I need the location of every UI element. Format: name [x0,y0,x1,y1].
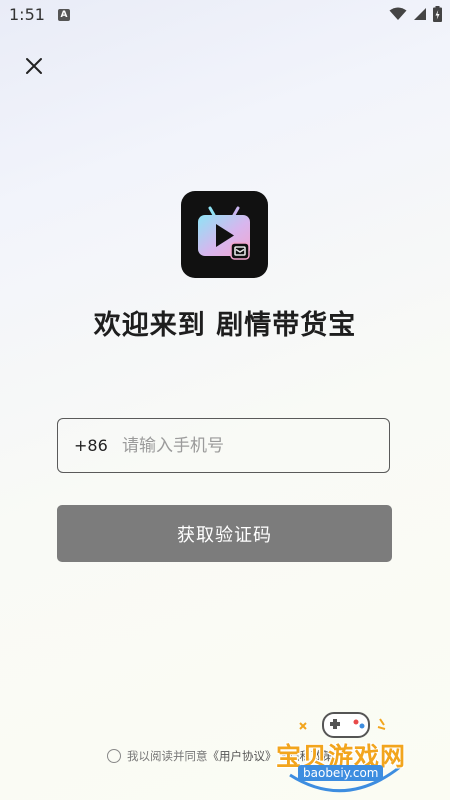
tv-play-icon [198,206,250,260]
phone-input[interactable] [120,429,374,463]
agreement-prefix: 我以阅读并同意 [127,749,208,763]
get-code-button[interactable]: 获取验证码 [57,505,392,562]
a-letter-icon: A [58,9,70,21]
status-time: 1:51 [9,5,45,24]
status-bar: 1:51 A [0,0,450,30]
watermark-url: baobeiy.com [298,765,384,781]
close-icon [26,58,42,74]
watermark: 宝贝游戏网 baobeiy.com [268,705,423,795]
app-logo [181,191,268,278]
status-icons [389,6,442,22]
battery-icon [433,6,442,22]
wifi-icon [389,7,407,20]
signal-icon [414,8,426,20]
welcome-title: 欢迎来到 剧情带货宝 [93,310,357,341]
user-agreement-link[interactable]: 《用户协议》 [208,748,277,764]
phone-input-box[interactable]: +86 [57,418,390,473]
country-code[interactable]: +86 [74,436,108,455]
close-button[interactable] [22,54,46,78]
agree-checkbox[interactable] [107,749,121,763]
